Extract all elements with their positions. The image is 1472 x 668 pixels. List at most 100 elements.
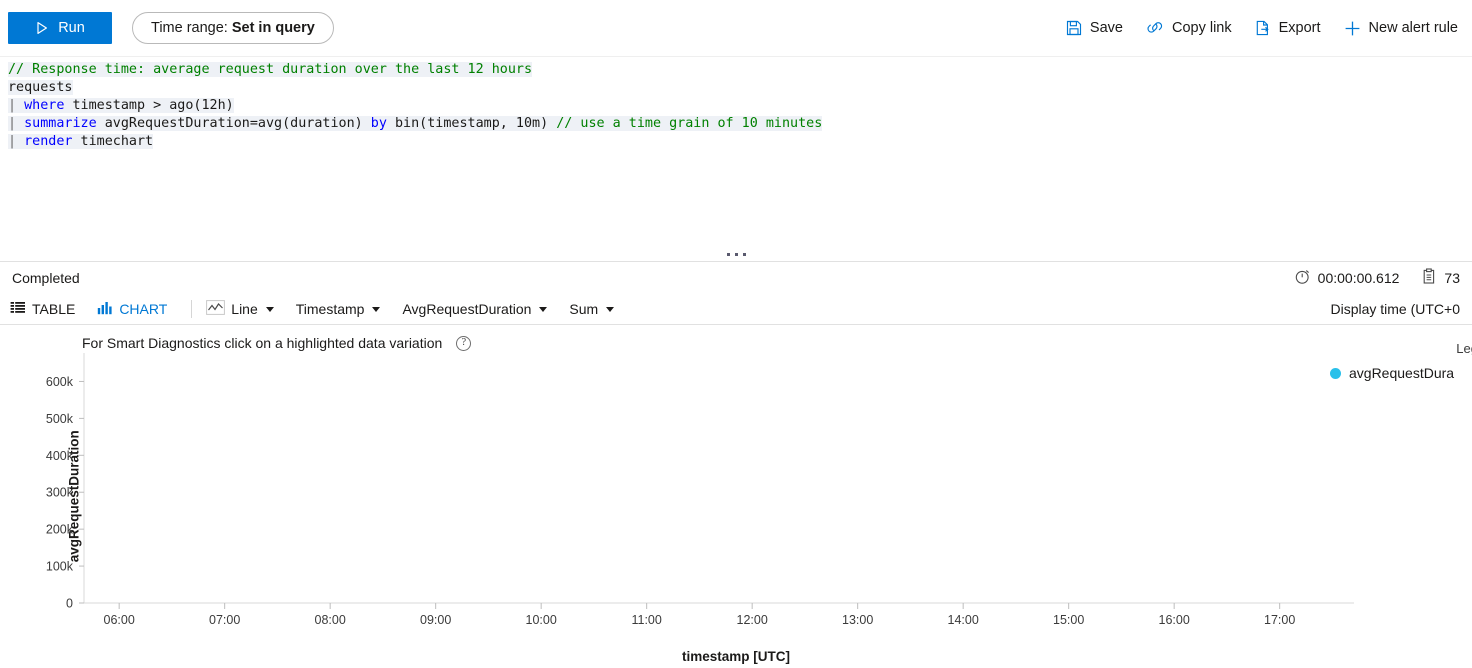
stopwatch-icon	[1294, 268, 1311, 288]
record-count-value: 73	[1444, 270, 1460, 286]
plot-container: avgRequestDuration 0 100k 200k 300k 400k 500k…	[0, 325, 1472, 668]
query-token: timestamp > ago(12h)	[64, 98, 234, 113]
y-axis-tick-label: 200k	[46, 523, 74, 537]
query-token: // use a time grain of 10 minutes	[556, 116, 823, 131]
results-header: Completed 00:00:00.612 73 TABLE CHART Li…	[0, 261, 1472, 324]
query-token: requests	[8, 80, 73, 95]
line-chart[interactable]: 0 100k 200k 300k 400k 500k 600k 06:00 07:00 08:00…	[0, 325, 1472, 655]
chart-type-dropdown[interactable]: Line	[206, 300, 274, 318]
time-range-picker[interactable]: Time range: Set in query	[132, 12, 334, 44]
chevron-down-icon	[539, 306, 548, 312]
query-token: // Response time: average request durati…	[8, 62, 533, 77]
log-analytics-query-page: Run Time range: Set in query Save Copy l…	[0, 0, 1472, 668]
chart-type-label: Line	[231, 301, 258, 317]
play-icon	[35, 21, 49, 35]
export-button-label: Export	[1278, 20, 1321, 36]
query-line[interactable]: // Response time: average request durati…	[0, 61, 1472, 79]
y-axis-tick-label: 300k	[46, 486, 74, 500]
query-line[interactable]: | render timechart	[0, 133, 1472, 151]
y-axis-dropdown[interactable]: AvgRequestDuration	[402, 301, 548, 317]
x-axis-tick-label: 16:00	[1159, 613, 1190, 627]
new-alert-rule-button[interactable]: New alert rule	[1343, 19, 1458, 38]
editor-resize-handle[interactable]	[0, 247, 1472, 261]
handle-dot	[734, 252, 738, 256]
handle-dot	[742, 252, 746, 256]
x-axis-dropdown[interactable]: Timestamp	[296, 301, 381, 317]
query-token: by	[370, 116, 387, 131]
query-editor-lines[interactable]: // Response time: average request durati…	[0, 57, 1472, 261]
time-range-value: Set in query	[231, 20, 315, 36]
handle-dot	[726, 252, 730, 256]
status-row: Completed 00:00:00.612 73	[0, 262, 1472, 294]
query-token: avgRequestDuration=avg(duration)	[96, 116, 371, 131]
y-axis-tick-label: 500k	[46, 412, 74, 426]
query-token: |	[8, 116, 25, 131]
query-duration-value: 00:00:00.612	[1317, 270, 1400, 286]
x-axis-tick-label: 08:00	[315, 613, 346, 627]
chevron-down-icon	[606, 306, 615, 312]
query-status: Completed	[12, 270, 80, 286]
top-toolbar: Run Time range: Set in query Save Copy l…	[0, 0, 1472, 56]
tab-chart-label: CHART	[119, 301, 168, 317]
query-editor[interactable]: // Response time: average request durati…	[0, 56, 1472, 261]
results-toolbar: TABLE CHART Line Timestamp AvgRequestDur…	[0, 294, 1472, 324]
copy-link-button-label: Copy link	[1171, 20, 1232, 36]
x-axis-tick-label: 17:00	[1264, 613, 1295, 627]
y-axis-tick-label: 0	[66, 597, 73, 611]
run-button[interactable]: Run	[8, 12, 112, 44]
y-axis-tick-label: 600k	[46, 375, 74, 389]
time-range-label: Time range:	[151, 20, 228, 36]
bar-chart-icon	[97, 301, 113, 318]
link-icon	[1145, 19, 1165, 37]
run-button-label: Run	[58, 20, 85, 36]
record-count: 73	[1421, 268, 1460, 288]
toolbar-divider	[191, 300, 193, 318]
x-axis-tick-label: 14:00	[948, 613, 979, 627]
query-token: summarize	[24, 116, 97, 131]
x-axis-tick-label: 12:00	[737, 613, 768, 627]
aggregation-dropdown[interactable]: Sum	[569, 301, 615, 317]
query-line[interactable]: requests	[0, 79, 1472, 97]
x-axis-title: timestamp [UTC]	[681, 649, 790, 664]
x-axis-tick-label: 09:00	[420, 613, 451, 627]
copy-link-button[interactable]: Copy link	[1145, 19, 1232, 37]
plus-icon	[1343, 19, 1362, 38]
new-alert-rule-label: New alert rule	[1368, 20, 1458, 36]
x-axis-label: Timestamp	[295, 301, 365, 317]
query-duration: 00:00:00.612	[1294, 268, 1400, 288]
y-axis-tick-label: 400k	[46, 449, 74, 463]
status-metrics: 00:00:00.612 73	[1294, 268, 1460, 288]
query-token: bin(timestamp, 10m)	[386, 116, 557, 131]
tab-chart[interactable]: CHART	[97, 301, 177, 318]
save-icon	[1065, 19, 1083, 37]
toolbar-commands: Save Copy link Export New alert rule	[1065, 19, 1462, 38]
x-axis-tick-label: 15:00	[1053, 613, 1084, 627]
query-token: where	[24, 98, 65, 113]
chart-axes	[83, 353, 1354, 604]
chart-panel: For Smart Diagnostics click on a highlig…	[0, 324, 1472, 668]
query-line[interactable]: | summarize avgRequestDuration=avg(durat…	[0, 115, 1472, 133]
y-axis-tick-label: 100k	[46, 560, 74, 574]
query-token: |	[8, 98, 25, 113]
x-axis-tick-label: 11:00	[631, 613, 661, 627]
x-axis-tick-label: 07:00	[209, 613, 240, 627]
table-icon	[10, 301, 26, 318]
export-button[interactable]: Export	[1254, 19, 1321, 37]
save-button-label: Save	[1089, 20, 1123, 36]
save-button[interactable]: Save	[1065, 19, 1123, 37]
x-axis-tick-label: 06:00	[104, 613, 135, 627]
query-token: |	[8, 134, 25, 149]
line-chart-icon	[206, 300, 226, 318]
export-icon	[1254, 19, 1272, 37]
y-axis-label: AvgRequestDuration	[402, 301, 532, 317]
display-time-label: Display time (UTC+0	[1330, 301, 1460, 317]
tab-table[interactable]: TABLE	[10, 301, 85, 318]
query-line[interactable]: | where timestamp > ago(12h)	[0, 97, 1472, 115]
query-token: render	[24, 134, 73, 149]
aggregation-label: Sum	[569, 301, 599, 317]
query-token: timechart	[72, 134, 154, 149]
x-axis-tick-label: 10:00	[526, 613, 557, 627]
tab-table-label: TABLE	[32, 301, 76, 317]
x-axis-tick-label: 13:00	[842, 613, 873, 627]
clipboard-icon	[1421, 268, 1437, 288]
